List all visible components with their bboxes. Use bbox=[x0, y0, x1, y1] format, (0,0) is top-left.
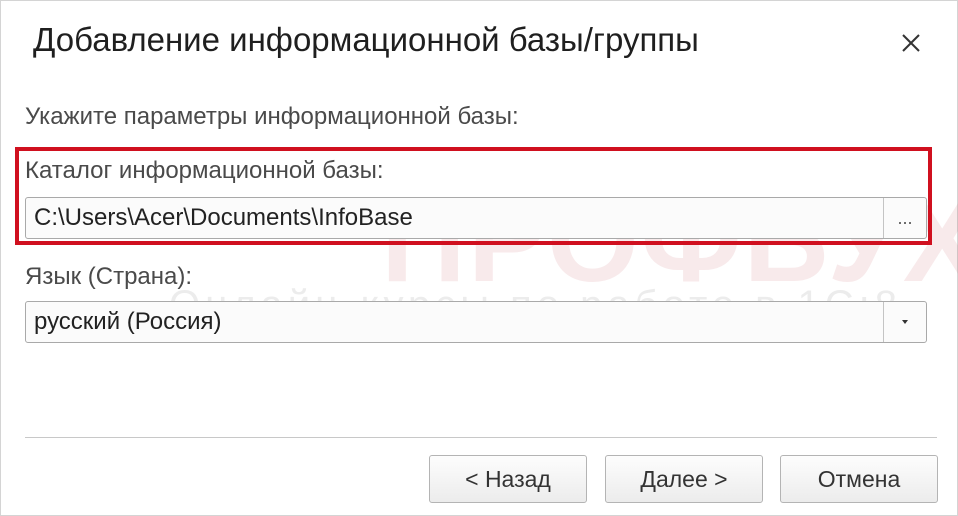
catalog-path-input[interactable]: C:\Users\Acer\Documents\InfoBase ... bbox=[25, 197, 927, 239]
add-infobase-dialog: ПРОФБУХ8.ru Онлайн-курсы по работе в 1С:… bbox=[0, 0, 958, 516]
language-select[interactable]: русский (Россия) bbox=[25, 301, 927, 343]
language-label: Язык (Страна): bbox=[25, 263, 193, 290]
next-button[interactable]: Далее > bbox=[605, 455, 763, 503]
browse-button[interactable]: ... bbox=[883, 198, 926, 238]
cancel-button[interactable]: Отмена bbox=[780, 455, 938, 503]
back-button[interactable]: < Назад bbox=[429, 455, 587, 503]
close-icon bbox=[902, 34, 920, 52]
parameters-prompt: Укажите параметры информационной базы: bbox=[25, 103, 519, 130]
dialog-title: Добавление информационной базы/группы bbox=[33, 21, 699, 58]
language-dropdown-button[interactable] bbox=[883, 302, 926, 342]
language-value: русский (Россия) bbox=[34, 308, 222, 335]
catalog-label: Каталог информационной базы: bbox=[25, 157, 384, 184]
catalog-path-value: C:\Users\Acer\Documents\InfoBase bbox=[34, 204, 413, 231]
footer-divider bbox=[25, 437, 937, 438]
close-button[interactable] bbox=[891, 23, 931, 63]
chevron-down-icon bbox=[902, 320, 908, 324]
